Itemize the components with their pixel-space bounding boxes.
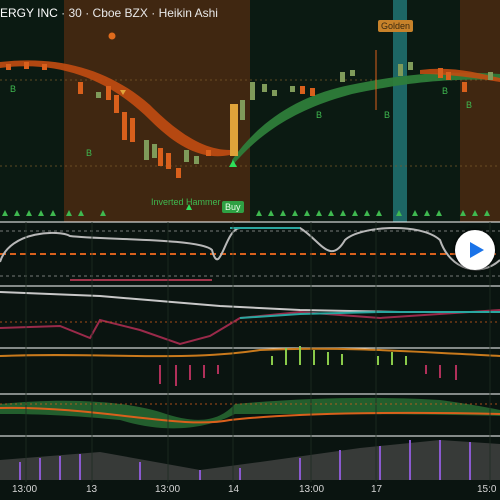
symbol-name: ERGY INC: [0, 6, 58, 20]
time-tick-7: 15:0: [477, 484, 497, 495]
chart-title: ERGY INC · 30 · Cboe BZX · Heikin Ashi: [0, 6, 218, 20]
pattern-dot: [108, 32, 116, 40]
time-tick-5: 13:00: [299, 484, 325, 495]
b-marker-1: B: [10, 84, 17, 94]
inverted-hammer-label: Inverted Hammer: [151, 197, 221, 207]
play-icon: [470, 242, 484, 258]
golden-signal-tag: Golden: [378, 20, 414, 32]
b-marker-4: B: [384, 110, 391, 120]
session-highlight-1: [64, 0, 250, 222]
time-axis: [0, 482, 500, 500]
b-marker-6: B: [466, 100, 473, 110]
buy-candle: [230, 104, 238, 156]
title-sep-3: ·: [151, 6, 156, 20]
title-sep-2: ·: [85, 6, 90, 20]
title-sep-1: ·: [61, 6, 66, 20]
play-button[interactable]: [455, 230, 495, 270]
b-marker-2: B: [86, 148, 93, 158]
chart-canvas[interactable]: [0, 0, 500, 500]
b-marker-5: B: [442, 86, 449, 96]
session-highlight-2: [460, 0, 500, 222]
time-tick-6: 17: [371, 484, 383, 495]
buy-signal-tag: Buy: [222, 201, 244, 213]
time-tick-1: 13:00: [12, 484, 38, 495]
b-marker-3: B: [316, 110, 323, 120]
exchange: Cboe BZX: [92, 6, 148, 20]
session-highlight-teal: [393, 0, 407, 222]
chart-window: ERGY INC · 30 · Cboe BZX · Heikin Ashi G…: [0, 0, 500, 500]
chart-style[interactable]: Heikin Ashi: [159, 6, 218, 20]
time-tick-3: 13:00: [155, 484, 181, 495]
time-tick-4: 14: [228, 484, 240, 495]
time-tick-2: 13: [86, 484, 98, 495]
interval[interactable]: 30: [68, 6, 81, 20]
